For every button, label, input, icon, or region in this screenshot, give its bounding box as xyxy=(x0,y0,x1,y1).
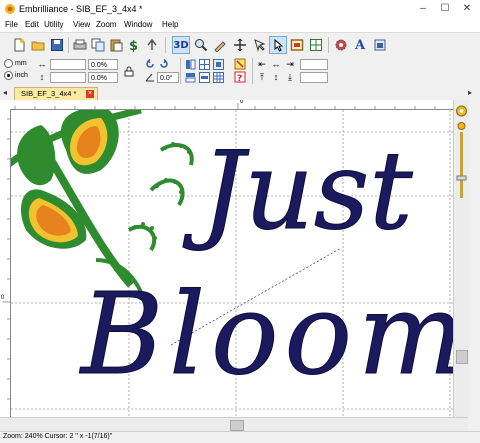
menu-view[interactable]: View xyxy=(73,20,90,29)
width-arrows-icon: ↔ xyxy=(37,59,47,69)
align-bottom-icon[interactable]: ⤓ xyxy=(284,71,296,83)
main-toolbar: $ 3D A xyxy=(0,32,480,58)
menu-window[interactable]: Window xyxy=(124,20,152,29)
title-bar: Embrilliance - SIB_EF_3_4x4 * – ☐ ✕ xyxy=(0,0,480,19)
vertical-scroll-thumb[interactable] xyxy=(456,350,468,364)
needle-pen-icon[interactable] xyxy=(212,37,228,53)
design-text-line2: Bloom xyxy=(79,270,453,400)
center-design-icon[interactable] xyxy=(198,58,210,70)
horizontal-scrollbar[interactable] xyxy=(0,417,468,432)
tab-scroll-left-icon[interactable]: ◂ xyxy=(3,88,7,97)
spacing-field-2[interactable] xyxy=(300,72,328,83)
document-tab-strip: ◂ SIB_EF_3_4x4 * × ▸ xyxy=(0,86,480,100)
open-folder-icon[interactable] xyxy=(30,37,46,53)
inch-radio[interactable] xyxy=(4,71,13,80)
align-center-icon[interactable] xyxy=(198,71,210,83)
top-ruler-zero-label: 0 xyxy=(240,100,244,105)
transfer-icon[interactable]: $ xyxy=(126,37,142,53)
mm-radio[interactable] xyxy=(4,59,13,68)
print-icon[interactable] xyxy=(72,37,88,53)
zoom-magnifier-icon[interactable] xyxy=(193,37,209,53)
svg-text:$: $ xyxy=(129,39,138,52)
tab-scroll-right-icon[interactable]: ▸ xyxy=(468,88,472,97)
lettering-a-button[interactable]: A xyxy=(352,37,368,53)
align-left-icon[interactable]: ⇤ xyxy=(256,58,268,70)
settings-gear-icon[interactable] xyxy=(333,37,349,53)
three-d-view-button[interactable]: 3D xyxy=(172,36,190,54)
design-canvas[interactable]: Just Bloom xyxy=(11,110,453,417)
document-tab-label: SIB_EF_3_4x4 * xyxy=(21,89,77,98)
embrilliance-app-icon xyxy=(5,4,15,14)
lock-aspect-icon[interactable] xyxy=(123,65,135,77)
mirror-vertical-icon[interactable] xyxy=(184,71,196,83)
reload-icon[interactable] xyxy=(144,37,160,53)
rotation-field[interactable]: 0.0° xyxy=(157,72,179,83)
width-percent-field[interactable]: 0.0% xyxy=(88,59,118,70)
properties-toolbar: mm inch ↔ ↕ 0.0% 0.0% 0.0° ? ⇤ ↔ ⇥ ⤒ ↕ ⤓ xyxy=(0,56,480,87)
height-percent-field[interactable]: 0.0% xyxy=(88,72,118,83)
align-vcenter-icon[interactable]: ↕ xyxy=(270,71,282,83)
paste-icon[interactable] xyxy=(108,37,124,53)
copy-icon[interactable] xyxy=(90,37,106,53)
save-icon[interactable] xyxy=(49,37,65,53)
menu-utility[interactable]: Utility xyxy=(44,20,64,29)
align-top-icon[interactable]: ⤒ xyxy=(256,71,268,83)
vertical-scrollbar[interactable] xyxy=(453,100,469,417)
hoop-icon[interactable] xyxy=(289,37,305,53)
minimize-button[interactable]: – xyxy=(412,1,434,16)
stitch-select-icon[interactable] xyxy=(251,37,267,53)
monogram-icon[interactable] xyxy=(372,37,388,53)
window-title: Embrilliance - SIB_EF_3_4x4 * xyxy=(19,4,143,14)
width-field[interactable] xyxy=(50,59,86,70)
new-file-icon[interactable] xyxy=(11,37,27,53)
document-tab[interactable]: SIB_EF_3_4x4 * × xyxy=(14,87,98,100)
mirror-horizontal-icon[interactable] xyxy=(184,58,196,70)
design-text-line1: Just xyxy=(182,129,413,254)
horizontal-scroll-thumb[interactable] xyxy=(230,420,244,431)
close-button[interactable]: ✕ xyxy=(456,1,478,16)
align-right-icon[interactable]: ⇥ xyxy=(284,58,296,70)
height-arrows-icon: ↕ xyxy=(39,72,45,82)
menu-bar: File Edit Utility View Zoom Window Help xyxy=(0,18,480,32)
menu-help[interactable]: Help xyxy=(162,20,178,29)
menu-edit[interactable]: Edit xyxy=(25,20,39,29)
menu-file[interactable]: File xyxy=(5,20,18,29)
unit-inch-option[interactable]: inch xyxy=(4,71,28,80)
help-question-icon[interactable]: ? xyxy=(234,71,246,83)
left-ruler-zero-label: 0 xyxy=(1,295,5,301)
close-tab-icon[interactable]: × xyxy=(86,90,94,98)
menu-zoom[interactable]: Zoom xyxy=(96,20,116,29)
color-swap-icon[interactable] xyxy=(234,58,246,70)
unit-mm-option[interactable]: mm xyxy=(4,59,27,68)
svg-text:?: ? xyxy=(237,74,242,83)
pan-icon[interactable] xyxy=(232,37,248,53)
status-bar: Zoom: 240% Cursor: 2 " x -1(7/16)" xyxy=(0,431,480,443)
height-field[interactable] xyxy=(50,72,86,83)
rotation-angle-icon xyxy=(144,71,156,83)
rotate-left-icon[interactable] xyxy=(144,58,156,70)
top-ruler: 0 xyxy=(10,100,453,110)
maximize-button[interactable]: ☐ xyxy=(434,1,456,16)
spacing-field-1[interactable] xyxy=(300,59,328,70)
zoom-slider[interactable] xyxy=(454,100,469,200)
mm-label: mm xyxy=(15,60,27,67)
grid-options-icon[interactable] xyxy=(212,71,224,83)
left-ruler: 0 xyxy=(0,109,11,417)
hoop-grid-icon[interactable] xyxy=(308,37,324,53)
rotate-right-icon[interactable] xyxy=(158,58,170,70)
embroidery-design: Just Bloom xyxy=(11,110,453,417)
align-grid-icon[interactable] xyxy=(212,58,224,70)
select-pointer-icon[interactable] xyxy=(269,36,287,54)
zoom-cursor-status: Zoom: 240% Cursor: 2 " x -1(7/16)" xyxy=(3,433,113,440)
inch-label: inch xyxy=(15,72,28,79)
align-hcenter-icon[interactable]: ↔ xyxy=(270,58,282,70)
